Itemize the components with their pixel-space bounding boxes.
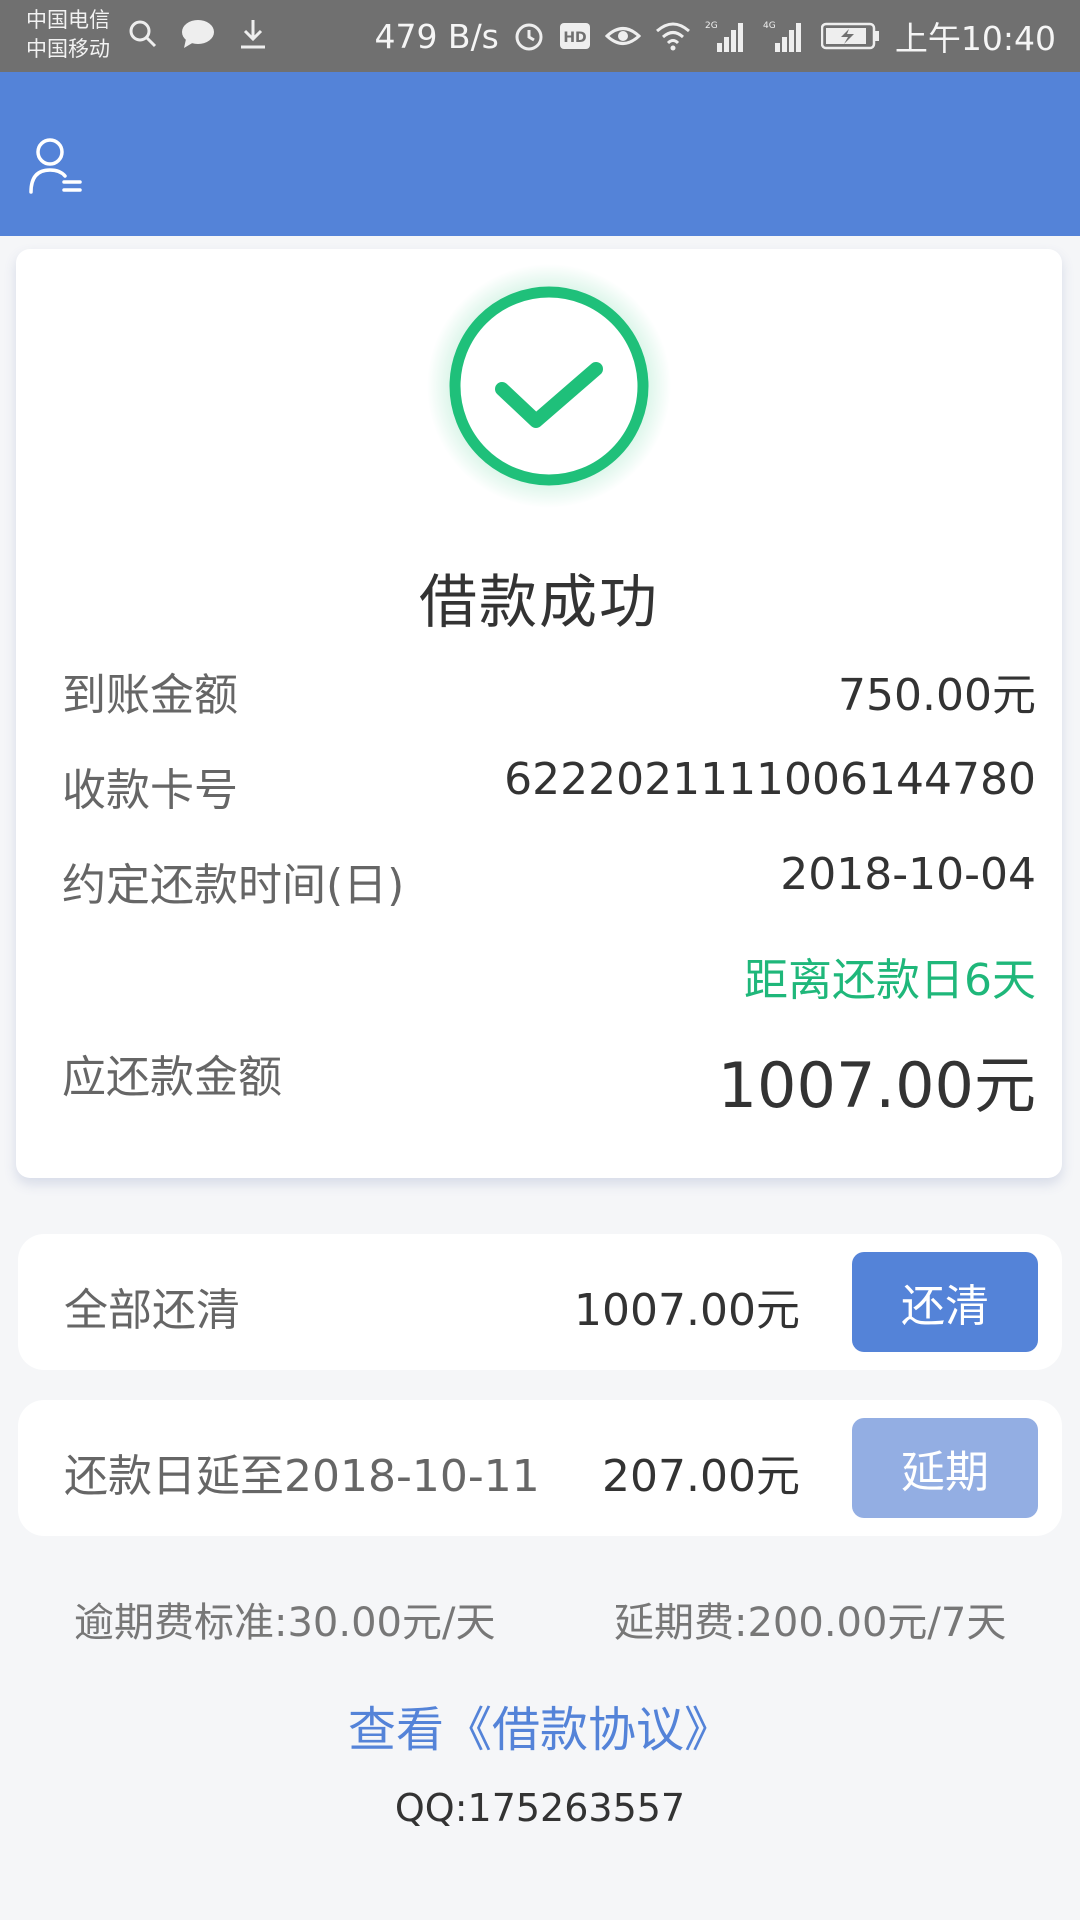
eye-icon (604, 27, 641, 45)
signal-icon: 2G (705, 21, 743, 52)
amount-due-row: 应还款金额 1007.00元 (62, 1041, 1036, 1122)
qq-contact: QQ:175263557 (394, 1786, 686, 1830)
user-profile-icon[interactable] (28, 136, 84, 196)
repay-button[interactable]: 还清 (852, 1252, 1038, 1352)
alarm-icon (515, 23, 543, 51)
app-header (0, 72, 1080, 236)
clock: 上午10:40 (894, 19, 1056, 58)
extend-card: 还款日延至2018-10-11 207.00元 延期 (18, 1400, 1062, 1536)
svg-text:4G: 4G (763, 21, 776, 31)
overdue-fee-text: 逾期费标准:30.00元/天 (74, 1600, 496, 1646)
status-right: 479 B/s HD 2G 4G 上午10:40 (374, 0, 1056, 72)
row-label: 应还款金额 (62, 1052, 282, 1103)
row-label: 约定还款时间(日) (62, 860, 405, 911)
row-label: 收款卡号 (62, 765, 238, 816)
notification-icons (128, 18, 268, 50)
result-title: 借款成功 (418, 568, 659, 636)
repay-full-amount: 1007.00元 (574, 1285, 800, 1336)
chat-icon (182, 20, 214, 48)
repay-full-label: 全部还清 (64, 1285, 240, 1336)
signal-icon: 4G (763, 21, 801, 52)
carrier-2: 中国移动 (26, 37, 110, 61)
extend-amount: 207.00元 (602, 1451, 800, 1502)
received-amount-row: 到账金额 750.00元 (62, 659, 1036, 721)
extend-button[interactable]: 延期 (852, 1418, 1038, 1518)
net-speed: 479 B/s (374, 16, 499, 56)
extension-fee-text: 延期费:200.00元/7天 (614, 1600, 1007, 1646)
row-value: 6222021111006144780 (504, 754, 1036, 805)
carrier-1: 中国电信 (26, 8, 110, 32)
countdown-row: 距离还款日6天 (62, 944, 1036, 1006)
due-date-row: 约定还款时间(日) 2018-10-04 (62, 849, 1036, 911)
repay-full-card: 全部还清 1007.00元 还清 (18, 1234, 1062, 1370)
loan-result-card: 借款成功 到账金额 750.00元 收款卡号 62220211110061447… (16, 249, 1062, 1178)
hd-icon: HD (559, 23, 590, 49)
battery-icon (820, 22, 879, 50)
row-value: 1007.00元 (717, 1049, 1036, 1122)
svg-text:HD: HD (563, 30, 586, 46)
search-icon (129, 20, 157, 48)
loan-agreement-link[interactable]: 查看《借款协议》 (0, 1690, 1080, 1760)
card-number-row: 收款卡号 6222021111006144780 (62, 754, 1036, 816)
status-bar: 中国电信 中国移动 479 B/s HD 2G 4G 上午10:40 (0, 0, 1080, 72)
svg-text:2G: 2G (705, 21, 718, 31)
row-value: 2018-10-04 (780, 849, 1036, 900)
carrier-labels: 中国电信 中国移动 (26, 6, 110, 64)
extend-label: 还款日延至2018-10-11 (64, 1451, 540, 1502)
days-remaining: 距离还款日6天 (744, 955, 1036, 1006)
download-icon (241, 20, 265, 49)
success-check-icon (427, 264, 671, 508)
wifi-icon (655, 22, 690, 51)
row-value: 750.00元 (838, 670, 1036, 721)
row-label: 到账金额 (62, 670, 238, 721)
